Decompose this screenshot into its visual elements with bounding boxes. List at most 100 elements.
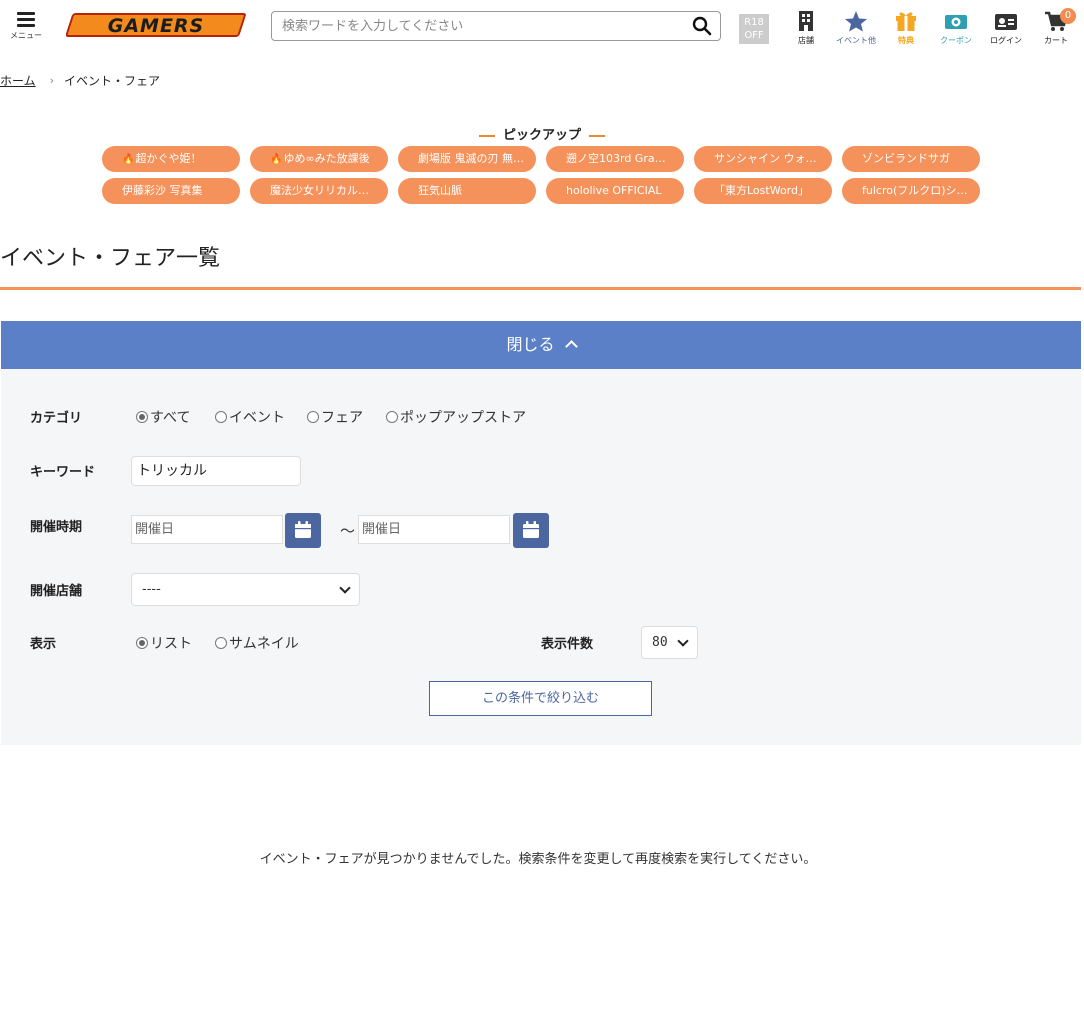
store-icon: [799, 11, 813, 31]
date-from-input[interactable]: 開催日: [131, 515, 283, 544]
radio-unchecked-icon: [215, 637, 227, 649]
store-select[interactable]: ----: [131, 573, 360, 606]
radio-checked-icon: [136, 411, 148, 423]
pickup-list: 🔥超かぐや姫！ 🔥ゆめ∞みた放課後 劇場版 鬼滅の刃 無限城編 遡ノ空103rd Gr…: [102, 146, 982, 204]
radio-unchecked-icon: [215, 411, 227, 423]
keyword-label: キーワード: [30, 465, 96, 480]
calendar-icon: [295, 521, 311, 538]
radio-unchecked-icon: [307, 411, 319, 423]
hamburger-icon: [17, 12, 35, 27]
category-radio-popup[interactable]: ポップアップストア: [386, 407, 526, 427]
pickup-pill[interactable]: 狂気山脈: [398, 178, 536, 204]
filter-toggle-button[interactable]: 閉じる: [1, 321, 1081, 369]
pickup-pill[interactable]: 劇場版 鬼滅の刃 無限城編: [398, 146, 536, 172]
fire-icon: 🔥: [122, 154, 135, 165]
pickup-pill[interactable]: 伊藤彩沙 写真集: [102, 178, 240, 204]
pickup-pill[interactable]: 🔥超かぐや姫！: [102, 146, 240, 172]
menu-label: メニュー: [10, 31, 42, 40]
fire-icon: 🔥: [270, 154, 283, 165]
pickup-pill[interactable]: ゾンビランドサガ: [842, 146, 980, 172]
store-label: 開催店舗: [30, 584, 83, 599]
pickup-pill-label: 劇場版 鬼滅の刃 無限城編: [418, 152, 536, 165]
chevron-down-icon: [339, 582, 351, 594]
count-select-value: 80: [652, 635, 668, 650]
pickup-pill-label: ゆめ∞みた放課後: [283, 152, 370, 165]
breadcrumb-home-link[interactable]: ホーム: [0, 72, 36, 89]
date-to-input[interactable]: 開催日: [358, 515, 510, 544]
pickup-pill-label: 超かぐや姫！: [135, 152, 202, 165]
gamers-logo[interactable]: GAMERS: [66, 12, 246, 38]
breadcrumb: ホーム › イベント・フェア: [0, 72, 160, 88]
radio-label: すべて: [150, 410, 191, 426]
display-radio-list[interactable]: リスト: [136, 633, 192, 653]
breadcrumb-current: イベント・フェア: [64, 73, 161, 88]
category-radio-fair[interactable]: フェア: [307, 407, 363, 427]
nav-login-label: ログイン: [990, 36, 1022, 45]
pickup-pill[interactable]: hololive OFFICIAL: [546, 178, 684, 204]
nav-login[interactable]: ログイン: [986, 10, 1026, 50]
pickup-pill[interactable]: 魔法少女リリカルなのは: [250, 178, 388, 204]
pickup-pill-label: サンシャイン ウォーター: [714, 152, 832, 165]
pickup-title-text: ピックアップ: [502, 128, 581, 143]
nav-events[interactable]: イベント他: [831, 10, 881, 50]
title-divider: [0, 287, 1081, 290]
pickup-pill[interactable]: サンシャイン ウォーター: [694, 146, 832, 172]
radio-label: イベント: [229, 410, 285, 426]
radio-checked-icon: [136, 637, 148, 649]
site-header: メニュー GAMERS R18 OFF 店舗 イベント他: [0, 0, 1084, 56]
count-label: 表示件数: [541, 637, 594, 652]
svg-text:GAMERS: GAMERS: [108, 15, 205, 37]
search-input[interactable]: [272, 12, 672, 40]
radio-label: リスト: [150, 636, 192, 652]
store-select-value: ----: [142, 582, 161, 597]
nav-store[interactable]: 店舗: [791, 10, 821, 50]
date-range-separator: ～: [340, 522, 356, 540]
display-label: 表示: [30, 637, 57, 652]
nav-bonus-label: 特典: [898, 36, 914, 45]
radio-label: サムネイル: [229, 636, 299, 652]
menu-button[interactable]: メニュー: [8, 10, 44, 44]
date-to-calendar-button[interactable]: [513, 513, 549, 548]
radio-label: フェア: [321, 410, 363, 426]
count-select[interactable]: 80: [641, 626, 698, 659]
search-icon[interactable]: [692, 16, 712, 36]
r18-label: R18: [744, 17, 764, 28]
nav-bonus[interactable]: 特典: [891, 10, 921, 50]
nav-coupon[interactable]: クーポン: [936, 10, 976, 50]
gift-icon: [896, 12, 916, 31]
radio-label: ポップアップストア: [400, 410, 526, 426]
nav-cart[interactable]: 0 カート: [1038, 8, 1076, 50]
coupon-icon: [945, 15, 967, 29]
keyword-input[interactable]: トリッカル: [131, 456, 301, 486]
pickup-pill-label: 狂気山脈: [418, 184, 462, 197]
category-radio-all[interactable]: すべて: [136, 407, 190, 427]
chevron-down-icon: [677, 635, 689, 647]
radio-unchecked-icon: [386, 411, 398, 423]
display-radio-thumbnail[interactable]: サムネイル: [215, 633, 299, 653]
star-icon: [845, 11, 867, 32]
apply-filter-button[interactable]: この条件で絞り込む: [429, 681, 652, 716]
date-from-calendar-button[interactable]: [285, 513, 321, 548]
pickup-pill[interactable]: fulcro(フルクロ)シリーズ: [842, 178, 980, 204]
nav-events-label: イベント他: [836, 36, 876, 45]
empty-result-message: イベント・フェアが見つかりませんでした。検索条件を変更して再度検索を実行してくだ…: [259, 852, 817, 867]
calendar-icon: [523, 521, 539, 538]
pickup-pill[interactable]: 遡ノ空103rd Graduate: [546, 146, 684, 172]
page-title: イベント・フェア一覧: [0, 246, 221, 271]
search-box: [271, 11, 721, 41]
pickup-dash-left: [478, 134, 495, 137]
cart-count-badge: 0: [1060, 8, 1076, 24]
pickup-pill-label: hololive OFFICIAL: [566, 184, 662, 197]
nav-coupon-label: クーポン: [940, 36, 972, 45]
category-label: カテゴリ: [30, 411, 83, 426]
category-radio-event[interactable]: イベント: [215, 407, 285, 427]
pickup-pill-label: 「東方LostWord」: [714, 184, 809, 197]
pickup-pill[interactable]: 「東方LostWord」: [694, 178, 832, 204]
pickup-pill[interactable]: 🔥ゆめ∞みた放課後: [250, 146, 388, 172]
login-card-icon: [995, 14, 1017, 30]
r18-toggle[interactable]: R18 OFF: [739, 14, 769, 44]
period-label: 開催時期: [30, 520, 83, 535]
nav-cart-label: カート: [1044, 36, 1068, 45]
pickup-pill-label: 魔法少女リリカルなのは: [270, 184, 388, 197]
filter-panel: カテゴリ すべて イベント フェア ポップアップストア キーワード トリッカル …: [1, 369, 1081, 745]
